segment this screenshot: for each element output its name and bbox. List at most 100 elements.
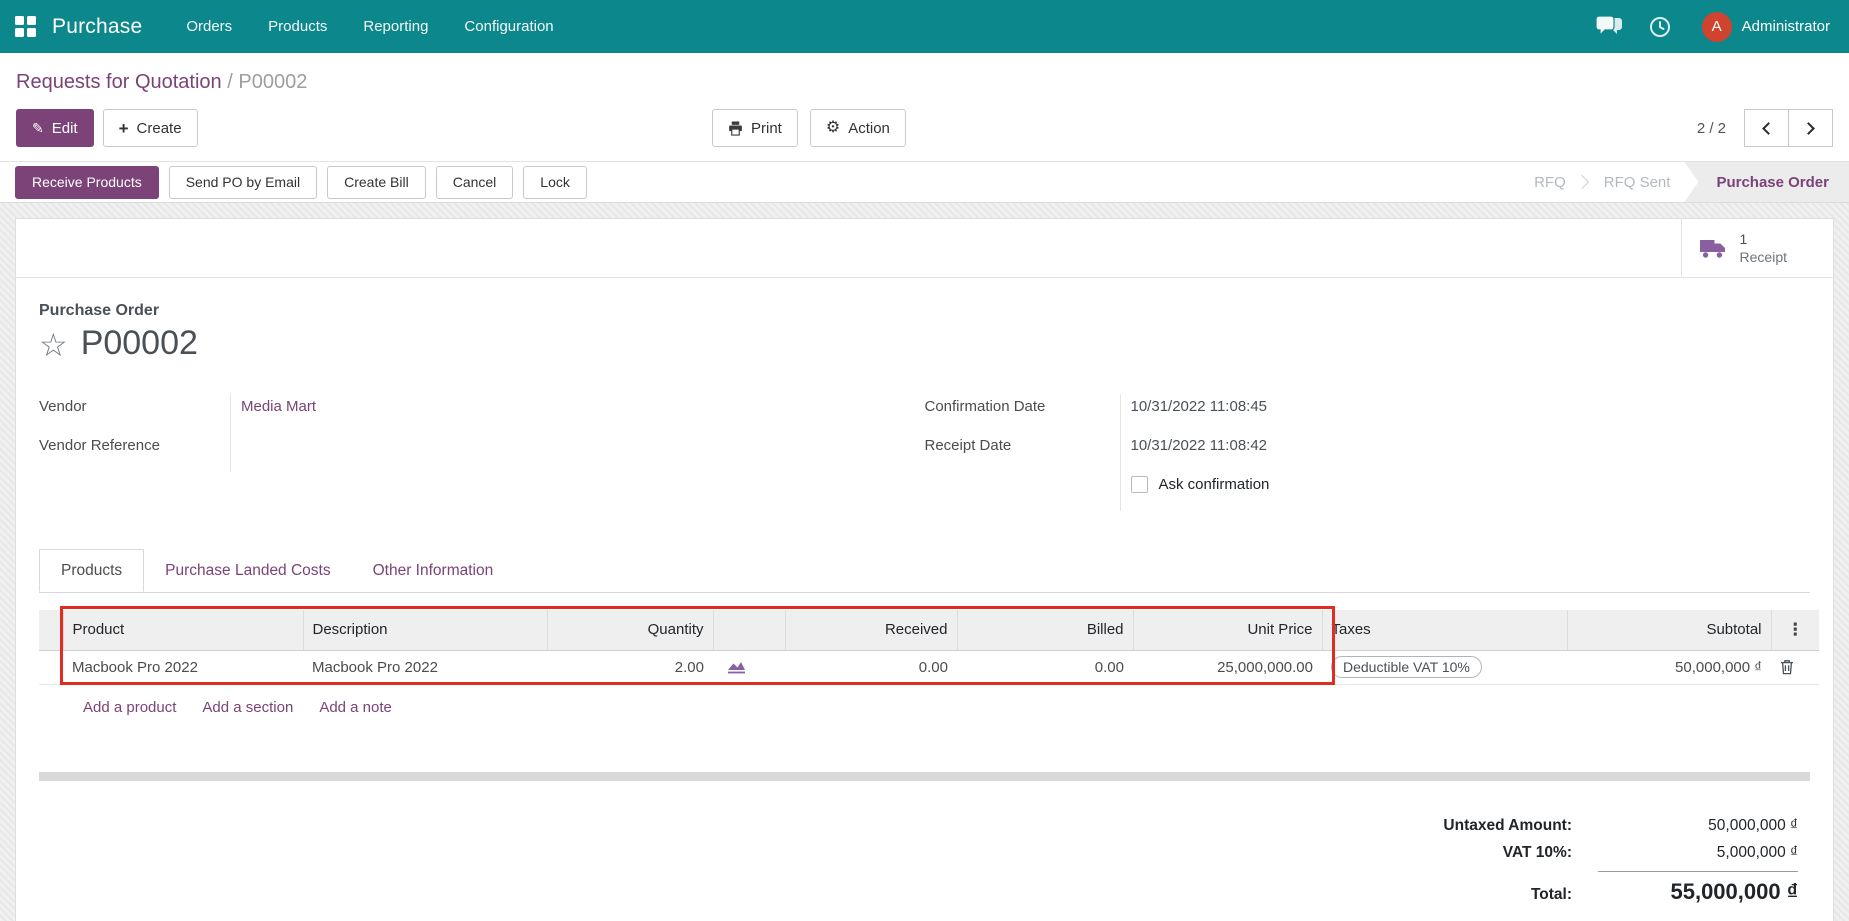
description-column-header: Description [302, 610, 547, 651]
unit-price-cell: 25,000,000.00 [1133, 650, 1322, 685]
vendor-reference-field-value [231, 433, 241, 441]
step-rfq-sent[interactable]: RFQ Sent [1604, 174, 1671, 191]
breadcrumb-current: P00002 [238, 71, 308, 93]
vat-value: 5,000,000 ₫ [1716, 843, 1798, 861]
favorite-star-icon[interactable]: ☆ [39, 329, 68, 361]
field-group-right: Confirmation Date 10/31/2022 11:08:45 Re… [925, 394, 1811, 511]
receipt-smart-button[interactable]: 1 Receipt [1680, 219, 1833, 277]
lock-button[interactable]: Lock [523, 165, 587, 199]
billed-cell: 0.00 [957, 650, 1133, 685]
pencil-icon: ✎ [32, 120, 44, 136]
field-group-left: Vendor Media Mart Vendor Reference [39, 394, 925, 511]
table-header-row: Product Description Quantity Received Bi… [39, 610, 1819, 651]
control-panel: Requests for Quotation / P00002 ✎ Edit +… [0, 53, 1849, 162]
tax-badge: Deductible VAT 10% [1331, 656, 1482, 678]
page-title: P00002 [80, 324, 198, 362]
receipt-label: Receipt [1739, 249, 1787, 265]
optional-columns-kebab-icon[interactable]: ⋮ [1787, 620, 1804, 639]
forecast-column-header [712, 610, 785, 651]
add-a-note-link[interactable]: Add a note [319, 699, 392, 716]
gear-icon: ⚙ [825, 119, 841, 136]
notebook-tabs: Products Purchase Landed Costs Other Inf… [39, 549, 1810, 593]
vendor-field-value[interactable]: Media Mart [231, 394, 316, 419]
taxes-column-header: Taxes [1321, 610, 1567, 651]
receive-products-button[interactable]: Receive Products [15, 165, 159, 199]
forecast-chart-icon[interactable] [727, 660, 746, 675]
status-steps: RFQ RFQ Sent Purchase Order [1534, 162, 1849, 202]
edit-button[interactable]: ✎ Edit [16, 109, 94, 147]
chevron-right-icon [1802, 121, 1815, 135]
tab-purchase-landed-costs[interactable]: Purchase Landed Costs [144, 549, 351, 592]
horizontal-scrollbar[interactable] [39, 771, 1810, 781]
create-button[interactable]: + Create [102, 109, 198, 147]
pager-next-button[interactable] [1788, 109, 1833, 147]
totals-block: Untaxed Amount: 50,000,000 ₫ VAT 10%: 5,… [39, 817, 1810, 914]
quantity-cell: 2.00 [547, 650, 713, 685]
tab-products[interactable]: Products [39, 549, 145, 592]
vendor-field-label: Vendor [39, 394, 231, 433]
plus-icon: + [118, 118, 129, 138]
document-type-label: Purchase Order [39, 302, 160, 319]
field-groups: Vendor Media Mart Vendor Reference Confi… [39, 394, 1810, 511]
add-a-section-link[interactable]: Add a section [202, 699, 293, 716]
received-cell: 0.00 [785, 650, 957, 685]
table-row[interactable]: Macbook Pro 2022 Macbook Pro 2022 2.00 0… [39, 650, 1819, 685]
line-add-links: Add a product Add a section Add a note [83, 699, 1810, 716]
main-menu: Orders Products Reporting Configuration [168, 0, 571, 53]
ask-confirmation-empty-label [925, 472, 1121, 511]
step-rfq[interactable]: RFQ [1534, 174, 1566, 191]
breadcrumb: Requests for Quotation / P00002 [16, 69, 1833, 95]
ask-confirmation-label: Ask confirmation [1158, 476, 1270, 493]
action-button[interactable]: ⚙ Action [809, 109, 906, 147]
print-button[interactable]: Print [712, 109, 798, 147]
messages-icon[interactable] [1583, 16, 1636, 37]
received-column-header: Received [784, 610, 957, 651]
quantity-column-header: Quantity [546, 610, 713, 651]
navbar-right: A Administrator [1583, 11, 1834, 42]
statusbar: Receive Products Send PO by Email Create… [0, 162, 1849, 203]
menu-products[interactable]: Products [250, 0, 345, 53]
control-panel-buttons: ✎ Edit + Create Print ⚙ Action 2 / 2 [16, 109, 1833, 147]
step-purchase-order-active[interactable]: Purchase Order [1684, 162, 1849, 202]
user-avatar[interactable]: A [1701, 11, 1732, 42]
order-lines-table: Product Description Quantity Received Bi… [39, 610, 1819, 685]
subtotal-column-header: Subtotal [1566, 610, 1771, 651]
drag-handle-cell [39, 650, 63, 685]
sheet-body: Purchase Order ☆ P00002 Vendor Media Mar… [16, 278, 1833, 914]
pager: 2 / 2 [1697, 109, 1833, 147]
pager-previous-button[interactable] [1744, 109, 1789, 147]
menu-orders[interactable]: Orders [168, 0, 250, 53]
menu-configuration[interactable]: Configuration [446, 0, 571, 53]
smart-button-area: 1 Receipt [16, 219, 1833, 278]
create-bill-button[interactable]: Create Bill [327, 165, 426, 199]
ask-confirmation-checkbox[interactable] [1130, 476, 1148, 493]
center-actions: Print ⚙ Action [712, 109, 906, 147]
product-cell: Macbook Pro 2022 [63, 650, 303, 685]
tab-other-information[interactable]: Other Information [352, 549, 515, 592]
activities-clock-icon[interactable] [1636, 16, 1684, 38]
pager-counter[interactable]: 2 / 2 [1697, 120, 1726, 137]
add-a-product-link[interactable]: Add a product [83, 699, 176, 716]
apps-menu-icon[interactable] [15, 16, 36, 37]
receipt-date-field-label: Receipt Date [925, 433, 1121, 472]
cancel-button[interactable]: Cancel [435, 165, 514, 199]
breadcrumb-separator: / [227, 71, 233, 93]
user-name[interactable]: Administrator [1742, 18, 1830, 35]
form-sheet: 1 Receipt Purchase Order ☆ P00002 Vendor… [15, 218, 1834, 921]
total-label: Total: [1530, 885, 1572, 903]
printer-icon [729, 120, 742, 136]
total-value: 55,000,000 ₫ [1598, 870, 1798, 905]
menu-reporting[interactable]: Reporting [345, 0, 446, 53]
receipt-date-field-value: 10/31/2022 11:08:42 [1130, 437, 1268, 454]
chevron-separator-icon [1574, 174, 1589, 190]
receipt-count: 1 [1739, 230, 1748, 247]
subtotal-cell: 50,000,000 ₫ [1567, 650, 1771, 685]
send-po-by-email-button[interactable]: Send PO by Email [168, 165, 318, 199]
confirmation-date-field-label: Confirmation Date [925, 394, 1121, 433]
app-brand[interactable]: Purchase [52, 15, 142, 39]
form-background: 1 Receipt Purchase Order ☆ P00002 Vendor… [0, 203, 1849, 921]
truck-icon [1699, 239, 1725, 258]
top-navbar: Purchase Orders Products Reporting Confi… [0, 0, 1849, 53]
delete-row-trash-icon[interactable] [1780, 659, 1794, 675]
breadcrumb-parent[interactable]: Requests for Quotation [16, 71, 222, 93]
